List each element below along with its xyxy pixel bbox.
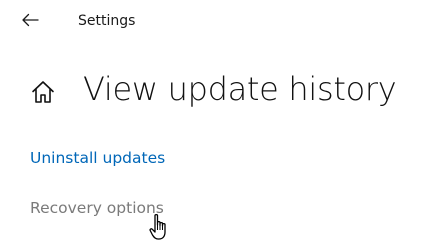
app-title: Settings	[78, 13, 136, 29]
settings-page: Settings View update history Uninstall u…	[0, 0, 436, 242]
uninstall-updates-link[interactable]: Uninstall updates	[30, 147, 165, 169]
hand-pointer-cursor-icon	[149, 213, 166, 240]
back-button[interactable]	[16, 6, 44, 34]
back-arrow-icon	[22, 13, 39, 27]
recovery-options-link[interactable]: Recovery options	[30, 197, 164, 219]
home-icon	[32, 81, 54, 103]
page-title: View update history	[83, 70, 397, 108]
